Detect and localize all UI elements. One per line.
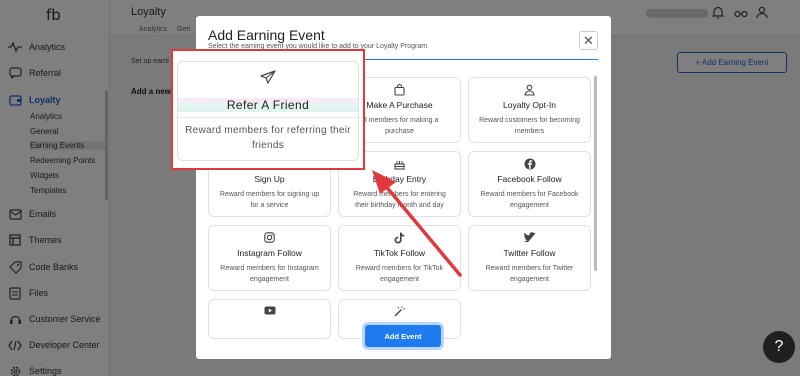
- help-button[interactable]: ?: [763, 331, 795, 363]
- help-icon: ?: [774, 338, 784, 355]
- pointer-arrow: [372, 170, 462, 277]
- arrow-head: [372, 170, 396, 194]
- arrow-shaft: [382, 182, 462, 277]
